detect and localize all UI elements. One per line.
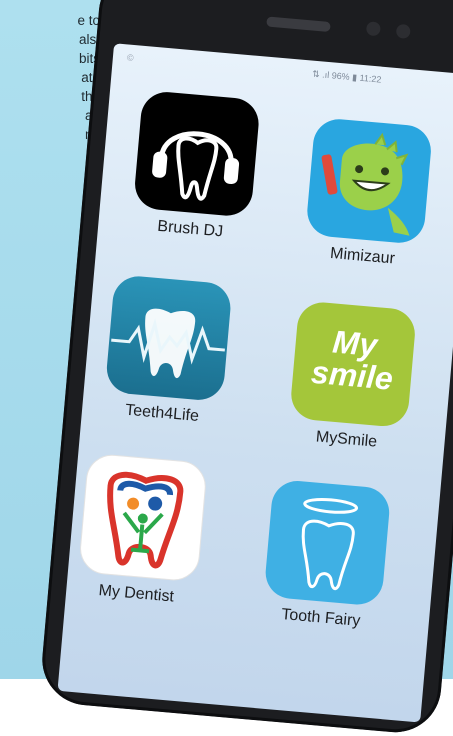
app-label: Brush DJ [156,217,224,241]
dinosaur-icon[interactable] [305,117,434,245]
headphones-tooth-icon[interactable] [132,89,261,218]
phone: © ⇅ .ıl 96% ▮ 11:22 Brush DJ Mimizaur Te… [38,0,453,736]
article-line: als. [78,32,100,47]
app-label: Tooth Fairy [280,606,361,630]
article-line: e to [77,13,100,28]
article-line: ate [81,70,100,85]
sensor [395,23,411,39]
app-tooth-fairy[interactable]: Tooth Fairy [250,478,402,634]
tooth-halo-icon[interactable] [263,478,392,607]
app-mimizaur[interactable]: Mimizaur [292,116,444,272]
app-teeth4life[interactable]: Teeth4Life [92,273,244,429]
notification-icon: © [126,52,135,63]
app-label: MySmile [315,428,378,451]
status-bar: ⇅ .ıl 96% ▮ 11:22 [311,68,382,85]
phone-body: © ⇅ .ıl 96% ▮ 11:22 Brush DJ Mimizaur Te… [38,0,453,736]
article-line: ng [0,125,100,144]
article-line: an [0,106,100,125]
app-brush-dj[interactable]: Brush DJ [120,89,272,245]
app-mysmile[interactable]: My smile MySmile [276,299,428,455]
article-line: the [0,87,100,106]
app-label: Mimizaur [329,244,396,268]
tooth-heartbeat-icon[interactable] [104,274,233,403]
mysmile-logo-text: My smile [292,322,415,397]
article-line: bits [78,51,100,66]
app-my-dentist[interactable]: My Dentist [66,452,218,610]
family-tooth-icon[interactable] [77,452,208,583]
home-screen: © ⇅ .ıl 96% ▮ 11:22 Brush DJ Mimizaur Te… [57,43,453,723]
app-label: My Dentist [97,582,175,606]
mysmile-logo-line2: smile [309,353,395,397]
mysmile-logo-icon[interactable]: My smile [289,300,417,429]
app-label: Teeth4Life [124,401,200,426]
earpiece [266,16,331,33]
front-camera [365,21,381,37]
